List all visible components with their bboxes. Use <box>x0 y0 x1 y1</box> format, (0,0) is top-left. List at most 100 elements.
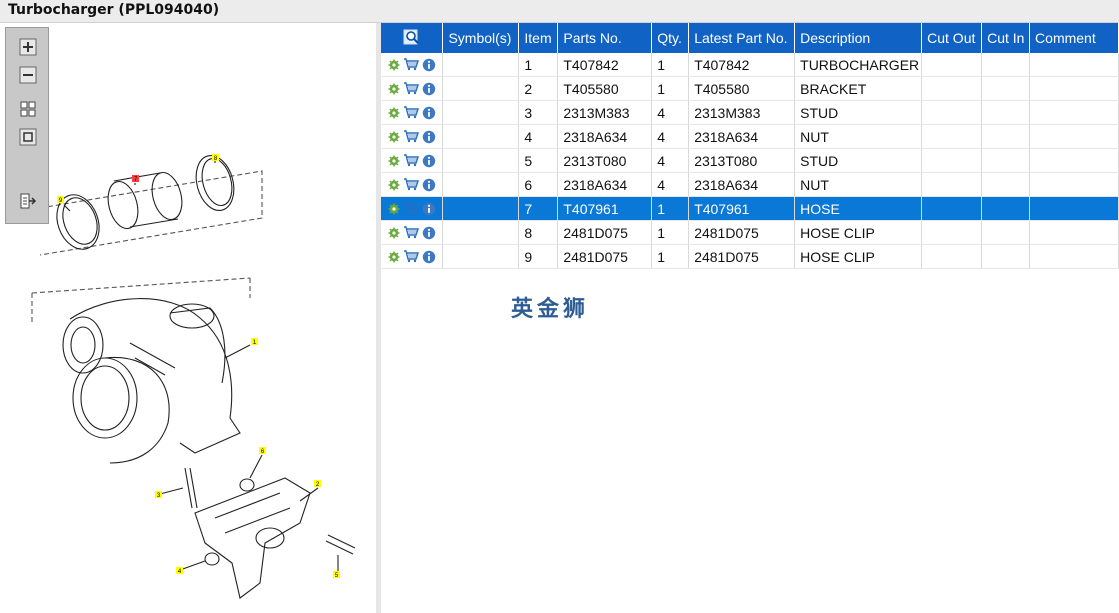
row-actions <box>381 196 444 221</box>
gear-icon[interactable] <box>388 155 400 167</box>
cart-icon[interactable] <box>403 82 419 95</box>
column-header-item[interactable]: Item <box>518 23 559 53</box>
table-row[interactable]: 7 T407961 1 T407961 HOSE <box>381 196 1119 221</box>
row-item: 6 <box>518 172 559 197</box>
info-icon[interactable] <box>422 154 436 168</box>
gear-icon[interactable] <box>388 59 400 71</box>
gear-icon[interactable] <box>388 131 400 143</box>
row-description: HOSE CLIP <box>794 244 923 269</box>
cart-icon[interactable] <box>403 58 419 71</box>
info-icon[interactable] <box>422 250 436 264</box>
row-cut-out <box>921 172 983 197</box>
info-icon[interactable] <box>422 178 436 192</box>
gear-icon[interactable] <box>388 179 400 191</box>
table-row[interactable]: 6 2318A634 4 2318A634 NUT <box>381 172 1119 197</box>
info-icon[interactable] <box>422 130 436 144</box>
row-item: 7 <box>518 196 559 221</box>
row-parts-no: T407842 <box>557 53 653 77</box>
row-qty: 4 <box>651 124 690 149</box>
row-comment <box>1029 172 1119 197</box>
info-icon[interactable] <box>422 226 436 240</box>
cart-icon[interactable] <box>403 226 419 239</box>
column-header-parts-no[interactable]: Parts No. <box>557 23 653 53</box>
row-parts-no: T407961 <box>557 196 653 221</box>
row-parts-no: 2481D075 <box>557 220 653 245</box>
row-comment <box>1029 53 1119 77</box>
zoom-in-icon[interactable] <box>19 38 37 56</box>
row-cut-in <box>981 76 1031 101</box>
column-header-description[interactable]: Description <box>794 23 923 53</box>
row-parts-no: 2313T080 <box>557 148 653 173</box>
cart-icon[interactable] <box>403 178 419 191</box>
table-row[interactable]: 5 2313T080 4 2313T080 STUD <box>381 148 1119 173</box>
row-parts-no: 2318A634 <box>557 124 653 149</box>
row-cut-out <box>921 220 983 245</box>
row-actions <box>381 148 444 173</box>
row-description: TURBOCHARGER <box>794 53 923 77</box>
row-latest-part-no: T407842 <box>688 53 796 77</box>
row-description: STUD <box>794 100 923 125</box>
info-icon[interactable] <box>422 202 436 216</box>
row-comment <box>1029 244 1119 269</box>
table-header-row: Symbol(s) Item Parts No. Qty. Latest Par… <box>381 23 1119 53</box>
row-actions <box>381 244 444 269</box>
cart-icon[interactable] <box>403 250 419 263</box>
cart-icon[interactable] <box>403 154 419 167</box>
cart-icon[interactable] <box>403 202 419 215</box>
gear-icon[interactable] <box>388 251 400 263</box>
column-header-qty[interactable]: Qty. <box>651 23 690 53</box>
row-cut-out <box>921 124 983 149</box>
table-row[interactable]: 9 2481D075 1 2481D075 HOSE CLIP <box>381 244 1119 269</box>
row-qty: 1 <box>651 53 690 77</box>
actual-size-icon[interactable] <box>19 128 37 146</box>
row-cut-out <box>921 76 983 101</box>
column-header-actions[interactable] <box>381 23 444 53</box>
table-row[interactable]: 2 T405580 1 T405580 BRACKET <box>381 76 1119 101</box>
row-cut-in <box>981 196 1031 221</box>
row-latest-part-no: T407961 <box>688 196 796 221</box>
row-cut-in <box>981 148 1031 173</box>
column-header-latest-part-no[interactable]: Latest Part No. <box>688 23 796 53</box>
gear-icon[interactable] <box>388 203 400 215</box>
info-icon[interactable] <box>422 58 436 72</box>
cart-icon[interactable] <box>403 106 419 119</box>
row-description: STUD <box>794 148 923 173</box>
table-row[interactable]: 8 2481D075 1 2481D075 HOSE CLIP <box>381 220 1119 245</box>
row-cut-in <box>981 172 1031 197</box>
column-header-symbols[interactable]: Symbol(s) <box>442 23 520 53</box>
column-header-cut-out[interactable]: Cut Out <box>921 23 983 53</box>
column-header-comment[interactable]: Comment <box>1029 23 1119 53</box>
table-row[interactable]: 1 T407842 1 T407842 TURBOCHARGER <box>381 53 1119 77</box>
row-comment <box>1029 148 1119 173</box>
gear-icon[interactable] <box>388 227 400 239</box>
row-actions <box>381 220 444 245</box>
fit-page-icon[interactable] <box>19 100 37 118</box>
zoom-out-icon[interactable] <box>19 66 37 84</box>
row-parts-no: 2481D075 <box>557 244 653 269</box>
parts-list-pane: Symbol(s) Item Parts No. Qty. Latest Par… <box>381 23 1119 613</box>
row-symbols <box>442 196 520 221</box>
row-comment <box>1029 220 1119 245</box>
row-comment <box>1029 100 1119 125</box>
export-icon[interactable] <box>19 192 37 210</box>
column-header-cut-in[interactable]: Cut In <box>981 23 1031 53</box>
row-qty: 1 <box>651 244 690 269</box>
cart-icon[interactable] <box>403 130 419 143</box>
gear-icon[interactable] <box>388 107 400 119</box>
info-icon[interactable] <box>422 106 436 120</box>
row-item: 4 <box>518 124 559 149</box>
row-cut-in <box>981 244 1031 269</box>
row-qty: 1 <box>651 220 690 245</box>
row-description: HOSE <box>794 196 923 221</box>
gear-icon[interactable] <box>388 83 400 95</box>
row-latest-part-no: 2481D075 <box>688 244 796 269</box>
row-cut-out <box>921 244 983 269</box>
search-parts-icon[interactable] <box>403 28 421 46</box>
row-item: 2 <box>518 76 559 101</box>
exploded-parts-diagram[interactable]: 9 7 8 1 2 3 4 5 6 <box>0 23 376 613</box>
info-icon[interactable] <box>422 82 436 96</box>
table-row[interactable]: 3 2313M383 4 2313M383 STUD <box>381 100 1119 125</box>
row-parts-no: T405580 <box>557 76 653 101</box>
row-symbols <box>442 76 520 101</box>
table-row[interactable]: 4 2318A634 4 2318A634 NUT <box>381 124 1119 149</box>
